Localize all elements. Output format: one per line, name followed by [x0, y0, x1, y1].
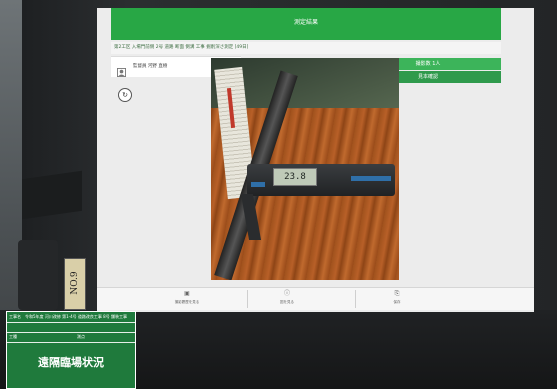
- sign-title: 遠隔臨場状況: [38, 356, 104, 369]
- case-grip: [18, 240, 58, 310]
- toolbar-label: 保存: [393, 300, 401, 304]
- rotate-button[interactable]: ↻: [118, 88, 132, 102]
- caliper-button-mark: [251, 182, 265, 187]
- sign-project-name: 令和5年度 河川改修 第1-4号 道路改良工事 8号 舗装工事: [25, 314, 127, 319]
- camera-view: 23.8: [211, 58, 399, 280]
- sign-row-type: 工種 測点: [7, 333, 135, 343]
- toolbar-label: 図を見る: [280, 300, 294, 304]
- sign-row-project: 工事名 令和5年度 河川改修 第1-4号 道路改良工事 8号 舗装工事: [7, 313, 135, 323]
- tablet-screen: 測定結果 第2工区 入場門前側 2号 道路 断面 側溝 工事 掘削深さ測定 [4…: [97, 8, 534, 312]
- photo-scene: 測定結果 第2工区 入場門前側 2号 道路 断面 側溝 工事 掘削深さ測定 [4…: [0, 0, 557, 389]
- toolbar-label: 撮影履歴を見る: [174, 300, 200, 304]
- toolbar-history-button[interactable]: ▣ 撮影履歴を見る: [157, 290, 217, 308]
- case-strap: [22, 170, 82, 220]
- page-title: 測定結果: [293, 19, 318, 26]
- caliper-brand-mark: [351, 176, 391, 181]
- rotate-icon: ↻: [122, 91, 128, 99]
- user-icon: [117, 62, 126, 77]
- caliper-display: 23.8: [273, 168, 317, 186]
- toolbar-divider: [355, 290, 356, 308]
- save-icon: ⎘: [394, 290, 400, 297]
- number-plate: NO.9: [64, 258, 86, 310]
- camera-icon: ▣: [184, 290, 190, 297]
- plate-number: NO.9: [70, 271, 80, 295]
- bottom-toolbar: ▣ 撮影履歴を見る ⓘ 図を見る ⎘ 保存: [97, 287, 534, 310]
- toolbar-save-button[interactable]: ⎘ 保存: [367, 290, 427, 308]
- sign-row-empty: [7, 323, 135, 333]
- app-header: 測定結果: [111, 8, 501, 40]
- construction-sign-board: 工事名 令和5年度 河川改修 第1-4号 道路改良工事 8号 舗装工事 工種 測…: [6, 311, 136, 389]
- sign-label-project: 工事名: [9, 314, 21, 319]
- project-info-line: 第2工区 入場門前側 2号 道路 断面 側溝 工事 掘削深さ測定 [49日]: [111, 42, 501, 54]
- toolbar-info-button[interactable]: ⓘ 図を見る: [257, 290, 317, 308]
- user-label: 監督員 河野 直樹: [133, 64, 168, 69]
- sign-label-type: 工種: [9, 334, 17, 339]
- toolbar-divider: [247, 290, 248, 308]
- sign-label-station: 測点: [77, 334, 85, 339]
- info-icon: ⓘ: [283, 290, 290, 297]
